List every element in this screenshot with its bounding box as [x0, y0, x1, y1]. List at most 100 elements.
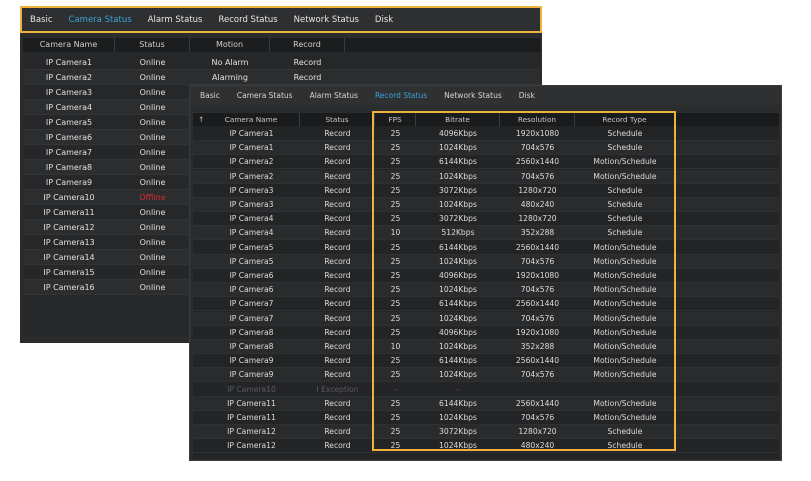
- table-row[interactable]: IP Camera12 Record 25 1024Kbps 480x240 Schedu…: [193, 439, 779, 454]
- cell-bitrate: -: [456, 384, 460, 394]
- cell-status: Record: [324, 327, 351, 337]
- cell-status: Online: [139, 88, 166, 97]
- table-row[interactable]: IP Camera1 Record 25 4096Kbps 1920x1080 Sched…: [193, 127, 779, 141]
- cell-fps: 25: [390, 185, 401, 195]
- table-row[interactable]: IP Camera4 Record 10 512Kbps 352x288 Schedule: [193, 226, 779, 241]
- cell-status: Offline: [139, 193, 166, 202]
- table-row[interactable]: IP Camera9 Record 25 6144Kbps 2560x1440 Motio…: [193, 354, 779, 369]
- cell-camera-name: IP Camera12: [43, 223, 95, 232]
- cell-record-type: Schedule: [607, 214, 643, 224]
- cell-resolution: 704x576: [520, 256, 555, 266]
- tab-record-status[interactable]: Record Status: [375, 91, 427, 100]
- column-header-motion[interactable]: Motion: [190, 38, 270, 52]
- cell-status: Online: [139, 223, 166, 232]
- tab-basic[interactable]: Basic: [200, 91, 220, 100]
- column-header-record-type[interactable]: Record Type: [575, 113, 675, 126]
- tab-alarm-status[interactable]: Alarm Status: [148, 15, 203, 25]
- tab-disk[interactable]: Disk: [519, 91, 535, 100]
- column-header-status[interactable]: Status: [115, 38, 190, 52]
- table-row[interactable]: IP Camera5 Record 25 6144Kbps 2560x1440 Motio…: [193, 241, 779, 255]
- cell-status: Online: [139, 148, 166, 157]
- cell-camera-name: IP Camera10: [43, 193, 95, 202]
- tab-basic[interactable]: Basic: [30, 15, 53, 25]
- cell-record-type: Motion/Schedule: [593, 299, 657, 309]
- table-row[interactable]: IP Camera1 Record 25 1024Kbps 704x576 Schedul…: [193, 141, 779, 156]
- cell-bitrate: 4096Kbps: [439, 129, 477, 138]
- table-row[interactable]: IP Camera7 Record 25 1024Kbps 704x576 Motion/…: [193, 311, 779, 326]
- tab-alarm-status[interactable]: Alarm Status: [310, 91, 358, 100]
- cell-resolution: 704x576: [520, 143, 555, 153]
- table-row[interactable]: IP Camera3 Record 25 3072Kbps 1280x720 Schedu…: [193, 184, 779, 198]
- table-row[interactable]: IP Camera6 Record 25 1024Kbps 704x576 Motion/…: [193, 283, 779, 298]
- table-row[interactable]: IP Camera2 Record 25 1024Kbps 704x576 Motion/…: [193, 169, 779, 184]
- cell-status: Record: [324, 129, 351, 138]
- cell-bitrate: 1024Kbps: [439, 200, 477, 209]
- cell-camera-name: IP Camera10: [227, 384, 276, 394]
- cell-camera-name: IP Camera12: [227, 441, 276, 451]
- cell-status: Online: [139, 178, 166, 187]
- table-row[interactable]: IP Camera6 Record 25 4096Kbps 1920x1080 Motio…: [193, 269, 779, 283]
- table-row[interactable]: IP Camera12 Record 25 3072Kbps 1280x720 Sched…: [193, 425, 779, 440]
- column-header-camera-name[interactable]: Camera Name: [193, 113, 300, 126]
- cell-status: Online: [139, 268, 166, 277]
- column-header-resolution[interactable]: Resolution: [500, 113, 575, 126]
- tab-record-status[interactable]: Record Status: [218, 15, 277, 25]
- table-row[interactable]: IP Camera8 Record 10 1024Kbps 352x288 Motion/…: [193, 340, 779, 354]
- cell-record-type: Motion/Schedule: [593, 370, 657, 380]
- cell-status: Record: [324, 342, 351, 351]
- cell-status: Record: [324, 441, 351, 451]
- table-row[interactable]: IP Camera1 Online No Alarm Record: [23, 55, 540, 70]
- column-header-status[interactable]: Status: [300, 113, 375, 126]
- cell-camera-name: IP Camera4: [229, 228, 274, 238]
- table-header: ↑ Camera Name Status FPS Bitrate Resolut…: [193, 113, 779, 126]
- cell-status: Record: [324, 200, 351, 209]
- cell-camera-name: IP Camera9: [45, 178, 93, 187]
- column-header-fps[interactable]: FPS: [375, 113, 416, 126]
- table-row[interactable]: IP Camera9 Record 25 1024Kbps 704x576 Motion/…: [193, 368, 779, 383]
- table-row[interactable]: IP Camera3 Record 25 1024Kbps 480x240 Schedul…: [193, 198, 779, 212]
- cell-resolution: 704x576: [520, 171, 555, 181]
- cell-camera-name: IP Camera3: [229, 185, 274, 195]
- cell-record: Record: [293, 58, 322, 67]
- table-row[interactable]: IP Camera11 Record 25 1024Kbps 704x576 Motion…: [193, 411, 779, 425]
- cell-status: I Exception: [316, 384, 359, 394]
- cell-resolution: 480x240: [520, 441, 555, 451]
- tab-network-status[interactable]: Network Status: [444, 91, 502, 100]
- cell-bitrate: 3072Kbps: [439, 427, 477, 437]
- cell-resolution: 352x288: [520, 342, 555, 351]
- table-row[interactable]: IP Camera4 Record 25 3072Kbps 1280x720 Schedu…: [193, 212, 779, 227]
- cell-status: Online: [139, 58, 166, 67]
- cell-bitrate: 6144Kbps: [439, 356, 477, 366]
- cell-status: Record: [324, 214, 351, 224]
- column-header-record[interactable]: Record: [270, 38, 345, 52]
- table-row[interactable]: IP Camera11 Record 25 6144Kbps 2560x1440 Moti…: [193, 396, 779, 411]
- cell-bitrate: 1024Kbps: [439, 143, 477, 153]
- cell-resolution: 1920x1080: [515, 129, 560, 138]
- cell-camera-name: IP Camera7: [45, 148, 93, 157]
- cell-bitrate: 1024Kbps: [439, 342, 477, 351]
- cell-resolution: 2560x1440: [515, 299, 560, 309]
- tab-network-status[interactable]: Network Status: [294, 15, 359, 25]
- cell-bitrate: 6144Kbps: [439, 398, 477, 408]
- cell-record-type: Schedule: [607, 228, 643, 238]
- tab-disk[interactable]: Disk: [375, 15, 393, 25]
- cell-status: Record: [324, 427, 351, 437]
- column-header-camera-name[interactable]: Camera Name: [23, 38, 115, 52]
- table-row[interactable]: IP Camera10 I Exception - -: [193, 383, 779, 397]
- cell-bitrate: 6144Kbps: [439, 157, 477, 167]
- cell-bitrate: 6144Kbps: [439, 299, 477, 309]
- table-row[interactable]: IP Camera7 Record 25 6144Kbps 2560x1440 Motio…: [193, 297, 779, 312]
- column-header-bitrate[interactable]: Bitrate: [416, 113, 500, 126]
- cell-fps: 25: [390, 370, 401, 380]
- tab-camera-status[interactable]: Camera Status: [237, 91, 293, 100]
- table-row[interactable]: IP Camera5 Record 25 1024Kbps 704x576 Motion/…: [193, 254, 779, 269]
- cell-fps: 25: [390, 171, 401, 181]
- cell-fps: -: [394, 384, 397, 394]
- table-row[interactable]: IP Camera8 Record 25 4096Kbps 1920x1080 Motio…: [193, 326, 779, 340]
- cell-resolution: 1920x1080: [515, 327, 560, 337]
- cell-status: Online: [139, 163, 166, 172]
- cell-resolution: 2560x1440: [515, 242, 560, 252]
- tab-camera-status[interactable]: Camera Status: [69, 15, 132, 25]
- table-row[interactable]: IP Camera2 Record 25 6144Kbps 2560x1440 Motio…: [193, 155, 779, 170]
- table-row[interactable]: IP Camera2 Online Alarming Record: [23, 70, 540, 85]
